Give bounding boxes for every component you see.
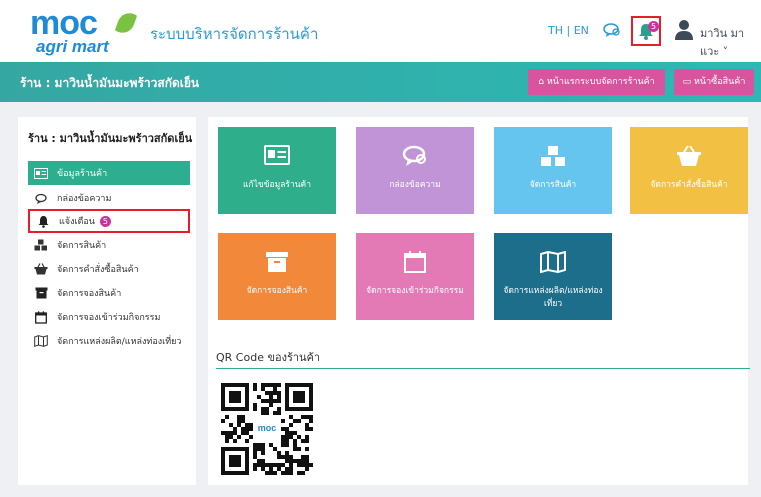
buy-page-label: หน้าซื้อสินค้า — [694, 77, 746, 87]
basket-icon — [630, 145, 748, 167]
tile-label: แก้ไขข้อมูลร้านค้า — [242, 180, 312, 190]
tile-orders[interactable]: จัดการคำสั่งซื้อสินค้า — [630, 127, 748, 214]
user-menu[interactable]: มาวิน มาแวะ ˅ — [700, 24, 761, 60]
sidebar-item-activity-bookings[interactable]: จัดการจองเข้าร่วมกิจกรรม — [28, 305, 190, 329]
map-icon — [494, 251, 612, 273]
tile-edit-store-info[interactable]: แก้ไขข้อมูลร้านค้า — [218, 127, 336, 214]
calendar-icon — [356, 251, 474, 273]
top-header: moc agri mart ระบบบริหารจัดการร้านค้า TH… — [0, 0, 761, 62]
sidebar-item-notifications[interactable]: แจ้งเตือน 5 — [28, 209, 190, 233]
sidebar-item-label: จัดการคำสั่งซื้อสินค้า — [57, 265, 139, 275]
svg-text:moc: moc — [258, 423, 277, 433]
main-panel: แก้ไขข้อมูลร้านค้า กล่องข้อความ จัดการสิ… — [208, 117, 750, 485]
sidebar-item-label: จัดการจองสินค้า — [57, 289, 122, 299]
chat-icon[interactable] — [603, 22, 621, 38]
language-switcher[interactable]: TH | EN — [548, 24, 589, 37]
tile-label: จัดการจองสินค้า — [246, 286, 308, 296]
tile-label: จัดการคำสั่งซื้อสินค้า — [650, 180, 728, 190]
user-icon[interactable] — [674, 19, 694, 45]
sidebar-item-label: จัดการจองเข้าร่วมกิจกรรม — [57, 313, 161, 323]
chat-icon — [34, 191, 48, 205]
qr-code-image: moc — [221, 383, 313, 475]
tile-sources[interactable]: จัดการแหล่งผลิต/แหล่งท่องเที่ยว — [494, 233, 612, 320]
sidebar-item-reservations[interactable]: จัดการจองสินค้า — [28, 281, 190, 305]
sidebar-item-label: กล่องข้อความ — [57, 194, 112, 204]
basket-icon — [34, 262, 48, 276]
bell-icon: 5 — [638, 21, 659, 44]
sidebar-item-inbox[interactable]: กล่องข้อความ — [28, 186, 190, 210]
cubes-icon — [494, 145, 612, 167]
shop-title: ร้าน : มาวินน้ำมันมะพร้าวสกัดเย็น — [20, 76, 200, 90]
sidebar-item-orders[interactable]: จัดการคำสั่งซื้อสินค้า — [28, 257, 190, 281]
sidebar-item-store-info[interactable]: ข้อมูลร้านค้า — [28, 161, 190, 185]
tile-label: จัดการจองเข้าร่วมกิจกรรม — [366, 286, 464, 296]
notification-badge: 5 — [99, 215, 111, 227]
logo-subtext: agri mart — [36, 37, 109, 56]
sidebar: ร้าน : มาวินน้ำมันมะพร้าวสกัดเย็น ข้อมูล… — [18, 117, 196, 485]
sidebar-item-products[interactable]: จัดการสินค้า — [28, 233, 190, 257]
notification-badge: 5 — [648, 21, 659, 32]
sidebar-item-sources[interactable]: จัดการแหล่งผลิต/แหล่งท่องเที่ยว — [28, 329, 190, 353]
moc-agri-mart-logo[interactable]: moc agri mart — [30, 4, 138, 58]
divider — [216, 368, 750, 369]
leaf-icon — [114, 9, 138, 37]
tile-products[interactable]: จัดการสินค้า — [494, 127, 612, 214]
tile-label: จัดการสินค้า — [529, 180, 577, 190]
tile-reservations[interactable]: จัดการจองสินค้า — [218, 233, 336, 320]
buy-page-button[interactable]: ▭ หน้าซื้อสินค้า — [674, 69, 754, 95]
archive-icon — [34, 286, 48, 300]
bell-icon — [36, 214, 50, 228]
tile-label: กล่องข้อความ — [389, 180, 441, 190]
sidebar-item-label: จัดการแหล่งผลิต/แหล่งท่องเที่ยว — [57, 337, 182, 347]
chat-icon — [356, 145, 474, 167]
sidebar-title: ร้าน : มาวินน้ำมันมะพร้าวสกัดเย็น — [28, 132, 193, 145]
sidebar-item-label: ข้อมูลร้านค้า — [57, 169, 108, 179]
logo-text: moc — [30, 4, 98, 42]
store-home-button[interactable]: ⌂ หน้าแรกระบบจัดการร้านค้า — [528, 69, 665, 95]
cart-icon: ▭ — [682, 77, 694, 87]
qr-code-title: QR Code ของร้านค้า — [216, 351, 321, 364]
id-card-icon — [34, 166, 48, 180]
sidebar-item-label: จัดการสินค้า — [57, 241, 107, 251]
notification-button[interactable]: 5 — [631, 16, 661, 46]
map-icon — [34, 334, 48, 348]
store-home-label: หน้าแรกระบบจัดการร้านค้า — [546, 77, 655, 87]
tile-inbox[interactable]: กล่องข้อความ — [356, 127, 474, 214]
sidebar-item-label: แจ้งเตือน — [59, 217, 95, 227]
shop-bar: ร้าน : มาวินน้ำมันมะพร้าวสกัดเย็น ⌂ หน้า… — [0, 62, 761, 102]
calendar-icon — [34, 310, 48, 324]
cubes-icon — [34, 238, 48, 252]
home-icon: ⌂ — [538, 77, 547, 87]
archive-icon — [218, 251, 336, 273]
tile-activity-bookings[interactable]: จัดการจองเข้าร่วมกิจกรรม — [356, 233, 474, 320]
tile-label: จัดการแหล่งผลิต/แหล่งท่องเที่ยว — [503, 286, 603, 309]
id-card-icon — [218, 145, 336, 165]
app-title: ระบบบริหารจัดการร้านค้า — [150, 25, 319, 43]
